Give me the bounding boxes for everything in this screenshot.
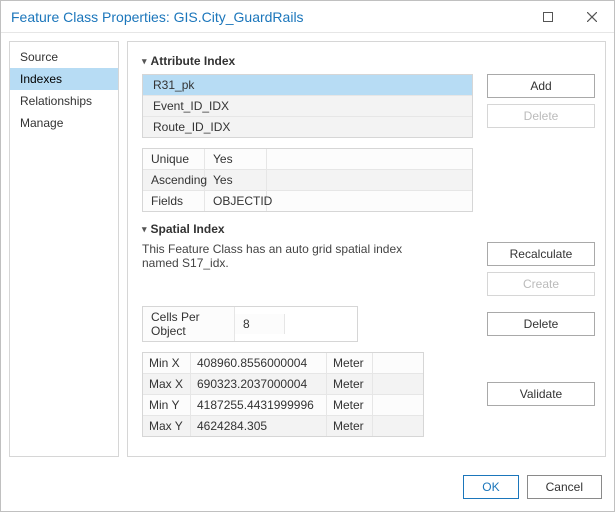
attribute-index-title: Attribute Index [151,54,236,68]
chevron-down-icon: ▾ [142,224,147,235]
main-panel: ▾ Attribute Index R31_pk Event_ID_IDX Ro… [127,41,606,457]
maxy-label: Max Y [143,416,191,436]
dialog-footer: OK Cancel [1,465,614,511]
spatial-index-header[interactable]: ▾ Spatial Index [142,222,595,236]
maxy-unit: Meter [327,416,373,436]
miny-value: 4187255.4431999996 [191,395,327,415]
add-button[interactable]: Add [487,74,595,98]
recalculate-button[interactable]: Recalculate [487,242,595,266]
cells-per-object-row: Cells Per Object 8 [142,306,358,342]
unique-label: Unique [143,149,205,169]
maxx-value: 690323.2037000004 [191,374,327,394]
minx-label: Min X [143,353,191,373]
sidebar-item-indexes[interactable]: Indexes [10,68,118,90]
list-item[interactable]: Route_ID_IDX [143,117,472,137]
spatial-index-description: This Feature Class has an auto grid spat… [142,242,412,270]
miny-label: Min Y [143,395,191,415]
close-icon[interactable] [570,1,614,33]
maxx-label: Max X [143,374,191,394]
miny-unit: Meter [327,395,373,415]
maxy-value: 4624284.305 [191,416,327,436]
window-buttons [526,1,614,33]
delete-spatial-index-button[interactable]: Delete [487,312,595,336]
fields-label: Fields [143,191,205,211]
cells-per-object-value: 8 [235,314,285,334]
validate-button[interactable]: Validate [487,382,595,406]
attribute-index-list[interactable]: R31_pk Event_ID_IDX Route_ID_IDX [142,74,473,138]
ascending-label: Ascending [143,170,205,190]
ascending-value: Yes [205,170,267,190]
cancel-button[interactable]: Cancel [527,475,602,499]
minx-unit: Meter [327,353,373,373]
minx-value: 408960.8556000004 [191,353,327,373]
list-item[interactable]: Event_ID_IDX [143,96,472,117]
unique-value: Yes [205,149,267,169]
sidebar-item-relationships[interactable]: Relationships [10,90,118,112]
maxx-unit: Meter [327,374,373,394]
delete-attribute-index-button: Delete [487,104,595,128]
chevron-down-icon: ▾ [142,56,147,67]
spatial-index-title: Spatial Index [151,222,225,236]
titlebar: Feature Class Properties: GIS.City_Guard… [1,1,614,33]
maximize-icon[interactable] [526,1,570,33]
spatial-extent-grid: Min X 408960.8556000004 Meter Max X 6903… [142,352,424,437]
create-button: Create [487,272,595,296]
cells-per-object-label: Cells Per Object [143,307,235,341]
fields-value: OBJECTID [205,191,267,211]
sidebar-item-manage[interactable]: Manage [10,112,118,134]
window-title: Feature Class Properties: GIS.City_Guard… [11,9,526,25]
ok-button[interactable]: OK [463,475,518,499]
attribute-index-props: Unique Yes Ascending Yes Fields OBJECTID [142,148,473,212]
sidebar-item-source[interactable]: Source [10,46,118,68]
attribute-index-header[interactable]: ▾ Attribute Index [142,54,595,68]
sidebar: Source Indexes Relationships Manage [9,41,119,457]
list-item[interactable]: R31_pk [143,75,472,96]
